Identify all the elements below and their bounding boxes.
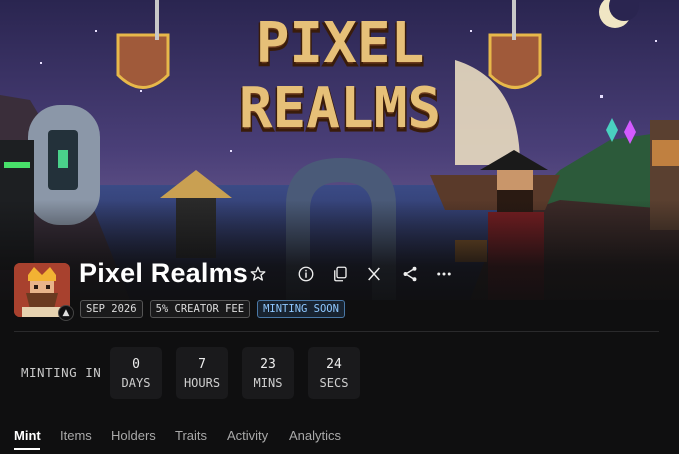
countdown-label: MINTING IN	[21, 365, 102, 380]
countdown-value: 23	[260, 356, 276, 372]
countdown-unit: DAYS	[121, 375, 151, 390]
tab-activity[interactable]: Activity	[227, 428, 268, 443]
badge-launch-date: SEP 2026	[80, 300, 143, 318]
countdown-secs: 24 SECS	[308, 347, 360, 399]
tab-mint[interactable]: Mint	[14, 428, 41, 443]
badge-creator-fee: 5% CREATOR FEE	[149, 300, 251, 318]
tab-items[interactable]: Items	[60, 428, 92, 443]
more-icon[interactable]	[434, 264, 454, 284]
avatar-chain-badge: ▲	[58, 305, 74, 321]
section-divider	[14, 331, 659, 332]
copy-icon[interactable]	[330, 264, 350, 284]
info-icon[interactable]	[296, 264, 316, 284]
countdown-unit: HOURS	[183, 375, 221, 390]
badge-minting-status: MINTING SOON	[257, 300, 345, 318]
collection-title: Pixel Realms	[79, 258, 249, 288]
countdown-value: 24	[326, 356, 342, 372]
countdown-value: 0	[132, 356, 140, 372]
x-logo-icon[interactable]	[364, 264, 384, 284]
banner-logo-line2-face: REALMS	[239, 76, 441, 141]
share-icon[interactable]	[400, 264, 420, 284]
active-tab-indicator	[14, 448, 40, 450]
countdown-unit: MINS	[253, 375, 283, 390]
tab-analytics[interactable]: Analytics	[289, 428, 341, 443]
countdown-unit: SECS	[319, 375, 349, 390]
star-icon[interactable]	[249, 265, 267, 283]
countdown-value: 7	[198, 356, 206, 372]
countdown-hours: 7 HOURS	[176, 347, 228, 399]
countdown-mins: 23 MINS	[242, 347, 294, 399]
tab-traits[interactable]: Traits	[175, 428, 207, 443]
collection-badges: SEP 2026 5% CREATOR FEE MINTING SOON	[80, 300, 345, 318]
tab-holders[interactable]: Holders	[111, 428, 156, 443]
countdown-days: 0 DAYS	[110, 347, 162, 399]
banner-logo-line1-face: PIXEL	[256, 11, 425, 76]
